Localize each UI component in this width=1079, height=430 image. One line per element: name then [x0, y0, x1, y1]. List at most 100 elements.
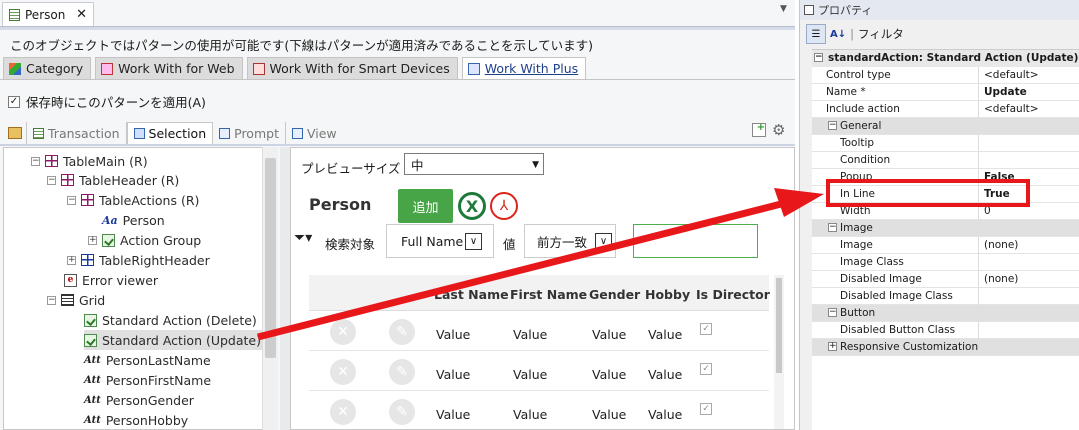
column-header-is-director[interactable]: Is Director: [696, 287, 770, 302]
property-category[interactable]: + Responsive Customization: [812, 339, 1079, 356]
tree-node-personfirstname[interactable]: Att PersonFirstName: [84, 370, 211, 390]
properties-object-header[interactable]: − standardAction: Standard Action (Updat…: [812, 50, 1079, 67]
tree-node-tableheader[interactable]: − TableHeader (R): [47, 170, 179, 190]
tab-overflow-chevron-icon[interactable]: ▼: [780, 4, 787, 14]
delete-row-icon[interactable]: ✕: [330, 319, 356, 345]
close-icon[interactable]: ✕: [76, 7, 87, 22]
collapse-icon[interactable]: −: [47, 295, 56, 305]
preview-size-select[interactable]: 中 ▼: [404, 153, 544, 175]
property-row[interactable]: Disabled Button Class: [812, 322, 1079, 339]
collapse-icon[interactable]: −: [814, 53, 823, 62]
column-header-last-name[interactable]: Last Name: [434, 287, 509, 302]
match-type-select[interactable]: 前方一致 ∨: [524, 224, 616, 258]
pane-splitter[interactable]: [280, 147, 290, 430]
toolbar-separator: |: [850, 27, 854, 41]
property-category[interactable]: − Button: [812, 305, 1079, 322]
tab-selection[interactable]: Selection: [126, 122, 214, 144]
tree-node-personlastname[interactable]: Att PersonLastName: [84, 350, 211, 370]
delete-row-icon[interactable]: ✕: [330, 359, 356, 385]
property-row[interactable]: Image Class: [812, 254, 1079, 271]
tree-node-action-group[interactable]: + Action Group: [88, 230, 201, 250]
property-value[interactable]: <default>: [984, 69, 1039, 81]
cell-last-name: Value: [436, 367, 471, 382]
property-row[interactable]: Disabled Image (none): [812, 271, 1079, 288]
tree-node-person[interactable]: Aa Person: [102, 210, 165, 230]
property-row[interactable]: Tooltip: [812, 135, 1079, 152]
tab-structure[interactable]: [4, 122, 27, 144]
cell-first-name: Value: [513, 407, 548, 422]
collapse-icon[interactable]: −: [828, 121, 837, 130]
collapse-icon[interactable]: −: [828, 223, 837, 232]
add-instance-icon[interactable]: +: [752, 123, 766, 137]
expand-icon[interactable]: +: [88, 235, 97, 245]
cell-is-director-checkbox[interactable]: ✓: [700, 403, 712, 415]
collapse-icon[interactable]: −: [828, 308, 837, 317]
value-label: 値: [503, 237, 516, 252]
expand-icon[interactable]: +: [67, 255, 76, 265]
expand-icon[interactable]: +: [828, 342, 837, 351]
tab-category[interactable]: Category: [3, 57, 92, 79]
document-tab-person[interactable]: Person ✕: [2, 2, 94, 26]
tab-view[interactable]: View: [286, 122, 343, 144]
filter-label[interactable]: フィルタ: [858, 26, 904, 42]
property-value[interactable]: (none): [984, 239, 1018, 251]
property-row[interactable]: Image (none): [812, 237, 1079, 254]
collapse-icon[interactable]: −: [67, 195, 76, 205]
preview-size-label: プレビューサイズ: [301, 161, 401, 176]
sort-alpha-icon[interactable]: A↓: [830, 29, 846, 40]
tab-transaction[interactable]: Transaction: [27, 122, 127, 144]
instance-toolbar: + ⚙: [752, 123, 785, 138]
filter-icon[interactable]: ⏷▾: [294, 230, 312, 246]
property-name: Image: [840, 239, 873, 251]
property-row[interactable]: Condition: [812, 152, 1079, 169]
tab-work-with-smart-devices[interactable]: Work With for Smart Devices: [246, 57, 458, 79]
collapse-icon[interactable]: −: [47, 175, 56, 185]
property-row[interactable]: Include action <default>: [812, 101, 1079, 118]
collapse-icon[interactable]: −: [31, 156, 40, 166]
action-icon: [84, 313, 97, 327]
tab-work-with-plus[interactable]: Work With Plus: [461, 57, 587, 79]
gear-icon[interactable]: ⚙: [772, 123, 785, 138]
update-row-icon[interactable]: ✎: [389, 399, 415, 425]
search-field-select[interactable]: Full Name ∨: [386, 224, 494, 258]
tree-node-tablemain[interactable]: − TableMain (R): [31, 151, 148, 171]
property-row[interactable]: Control type <default>: [812, 67, 1079, 84]
column-header-gender[interactable]: Gender: [589, 287, 640, 302]
property-value[interactable]: <default>: [984, 103, 1039, 115]
search-input[interactable]: [633, 224, 758, 258]
chevron-down-icon: ∨: [465, 233, 482, 250]
update-row-icon[interactable]: ✎: [389, 359, 415, 385]
tab-work-with-for-web[interactable]: Work With for Web: [95, 57, 243, 79]
excel-export-icon[interactable]: X: [458, 192, 486, 220]
tree-node-error-viewer[interactable]: e Error viewer: [64, 270, 158, 290]
property-row[interactable]: Name * Update: [812, 84, 1079, 101]
cell-first-name: Value: [513, 327, 548, 342]
tree-node-personhobby[interactable]: Att PersonHobby: [84, 410, 188, 429]
cell-is-director-checkbox[interactable]: ✓: [700, 363, 712, 375]
property-category[interactable]: − General: [812, 118, 1079, 135]
property-row[interactable]: Disabled Image Class: [812, 288, 1079, 305]
tree-node-tablerightheader[interactable]: + TableRightHeader: [67, 250, 210, 270]
preview-scrollbar-thumb[interactable]: [776, 278, 782, 373]
update-row-icon[interactable]: ✎: [389, 319, 415, 345]
tree-scrollbar-thumb[interactable]: [265, 158, 276, 358]
tree-node-standard-action-update[interactable]: Standard Action (Update): [84, 330, 264, 350]
tree-node-standard-action-delete[interactable]: Standard Action (Delete): [84, 310, 257, 330]
property-value[interactable]: Update: [984, 86, 1027, 98]
tree-node-persongender[interactable]: Att PersonGender: [84, 390, 194, 410]
delete-row-icon[interactable]: ✕: [330, 399, 356, 425]
tree-node-tableactions[interactable]: − TableActions (R): [67, 190, 199, 210]
property-name: Include action: [826, 103, 900, 115]
apply-on-save-checkbox[interactable]: ✓: [8, 95, 20, 108]
pdf-export-icon[interactable]: ⅄: [490, 192, 518, 220]
column-header-first-name[interactable]: First Name: [510, 287, 587, 302]
tree-node-grid[interactable]: − Grid: [47, 290, 105, 310]
cell-hobby: Value: [648, 327, 683, 342]
property-category[interactable]: − Image: [812, 220, 1079, 237]
property-value[interactable]: (none): [984, 273, 1018, 285]
cell-is-director-checkbox[interactable]: ✓: [700, 323, 712, 335]
column-header-hobby[interactable]: Hobby: [645, 287, 690, 302]
add-button[interactable]: 追加: [398, 189, 453, 223]
categorized-view-icon[interactable]: ☰: [806, 24, 826, 44]
tab-prompt[interactable]: Prompt: [213, 122, 286, 144]
